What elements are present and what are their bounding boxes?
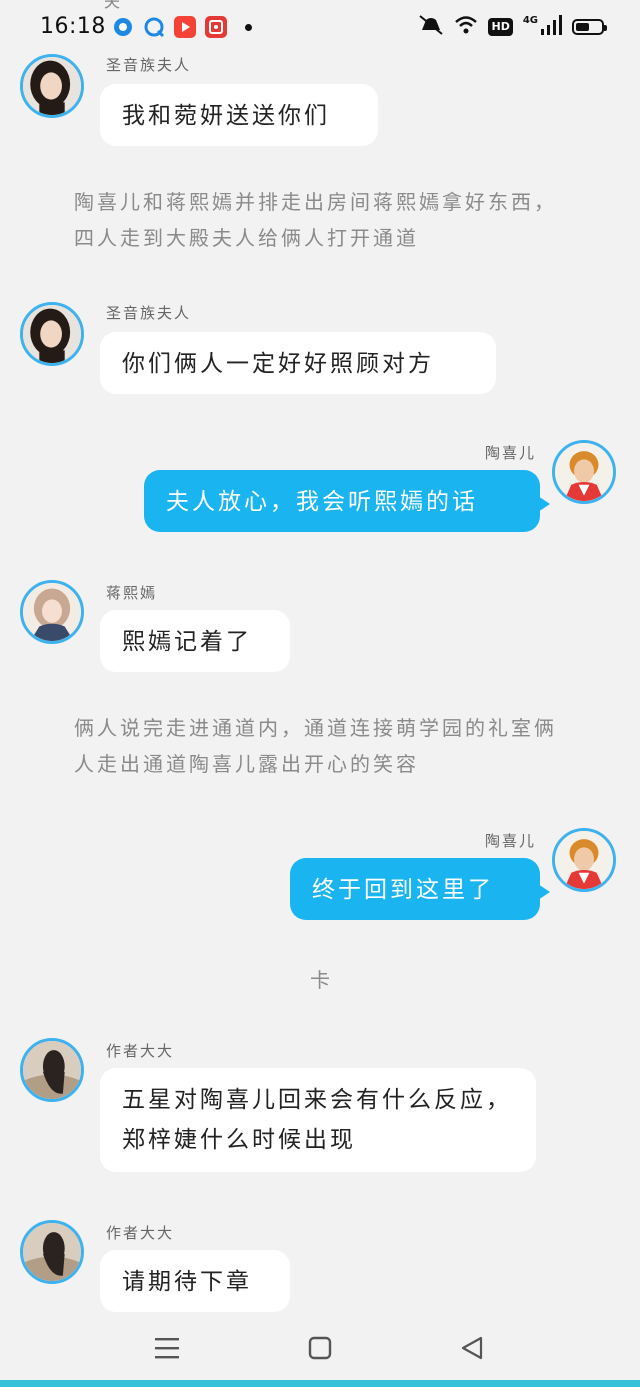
sender-name: 蒋熙嫣 <box>106 584 158 602</box>
clipped-text: 夫 <box>104 0 121 11</box>
message-bubble[interactable]: 我和菀妍送送你们 <box>100 84 378 146</box>
sender-name: 圣音族夫人 <box>106 56 192 74</box>
avatar[interactable] <box>552 828 616 892</box>
status-bar: 16:18 HD 4G <box>0 0 640 56</box>
message-bubble[interactable]: 熙嫣记着了 <box>100 610 290 672</box>
more-notifications-dot <box>245 24 252 31</box>
silent-mode-icon <box>418 14 444 40</box>
home-icon[interactable] <box>300 1334 340 1362</box>
wifi-icon <box>454 15 478 39</box>
message-bubble[interactable]: 请期待下章 <box>100 1250 290 1312</box>
sender-name: 作者大大 <box>106 1224 175 1242</box>
avatar[interactable] <box>552 440 616 504</box>
message-bubble[interactable]: 你们俩人一定好好照顾对方 <box>100 332 496 394</box>
battery-icon <box>572 19 607 35</box>
message-bubble[interactable]: 五星对陶喜儿回来会有什么反应，郑梓婕什么时候出现 <box>100 1068 536 1172</box>
sender-name: 圣音族夫人 <box>106 304 192 322</box>
narration-text: 陶喜儿和蒋熙嫣并排走出房间蒋熙嫣拿好东西，四人走到大殿夫人给俩人打开通道 <box>74 190 557 250</box>
hd-badge: HD <box>488 18 513 36</box>
video-play-icon <box>174 16 196 38</box>
signal-icon <box>540 15 562 39</box>
message-bubble[interactable]: 终于回到这里了 <box>290 858 550 920</box>
network-type: 4G <box>522 14 538 26</box>
sender-name: 陶喜儿 <box>484 444 536 462</box>
bottom-accent-strip <box>0 1380 640 1387</box>
avatar[interactable] <box>20 580 84 644</box>
avatar[interactable] <box>20 1220 84 1284</box>
message-bubble[interactable]: 夫人放心，我会听熙嫣的话 <box>144 470 550 532</box>
navigation-bar <box>0 1316 640 1380</box>
avatar[interactable] <box>20 302 84 366</box>
app-circle-icon <box>112 16 134 38</box>
app-q-icon <box>143 16 165 38</box>
narration-text: 俩人说完走进通道内，通道连接萌学园的礼室俩人走出通道陶喜儿露出开心的笑容 <box>74 716 557 776</box>
sender-name: 作者大大 <box>106 1042 175 1060</box>
back-icon[interactable] <box>452 1334 492 1362</box>
scene-divider: 卡 <box>310 968 330 992</box>
status-time: 16:18 <box>40 14 106 39</box>
avatar[interactable] <box>20 1038 84 1102</box>
sender-name: 陶喜儿 <box>484 832 536 850</box>
status-icons: HD 4G <box>418 14 607 40</box>
taobao-icon <box>205 16 227 38</box>
avatar[interactable] <box>20 54 84 118</box>
menu-icon[interactable] <box>147 1334 187 1362</box>
